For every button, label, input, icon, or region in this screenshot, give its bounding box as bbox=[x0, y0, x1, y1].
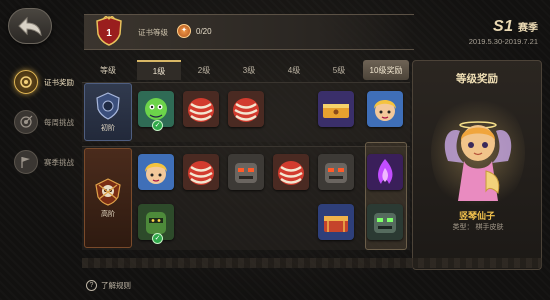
red-chest-icon bbox=[183, 154, 219, 190]
reward-type-value: 棋手皮肤 bbox=[475, 224, 504, 231]
flag-icon bbox=[14, 150, 38, 174]
blonde-hero-reward-cell[interactable] bbox=[367, 91, 403, 127]
level-number: 1 bbox=[106, 28, 112, 39]
blonde-hero-icon bbox=[138, 154, 174, 190]
blonde-hero-reward-cell[interactable] bbox=[138, 154, 174, 190]
red-chest-open-icon bbox=[318, 204, 354, 240]
rules-label: 了解规则 bbox=[101, 281, 131, 290]
green-hero-reward-cell[interactable]: ✓ bbox=[138, 91, 174, 131]
bottom-border bbox=[82, 258, 542, 268]
red-chest-open-reward-cell[interactable] bbox=[318, 204, 354, 240]
tier-tag-beginner: 初阶 bbox=[84, 83, 132, 141]
tab-level-1[interactable]: 1级 bbox=[137, 60, 181, 80]
gold-chest-reward-cell[interactable] bbox=[318, 91, 354, 127]
red-chest-icon bbox=[228, 91, 264, 127]
claimed-check-icon: ✓ bbox=[152, 233, 163, 244]
season-dates: 2019.5.30-2019.7.21 bbox=[468, 37, 538, 46]
reward-item-name: 竖琴仙子 bbox=[458, 211, 495, 221]
gold-chest-icon bbox=[318, 91, 354, 127]
tab-level-10-reward[interactable]: 10级奖励 bbox=[363, 60, 409, 80]
nav-item-weekly-challenge[interactable]: 每周挑战 bbox=[0, 102, 82, 142]
reward-panel: 等级奖励 竖琴仙子 类型： 棋手皮肤 bbox=[412, 60, 542, 270]
purple-flame-reward-cell[interactable] bbox=[367, 154, 403, 190]
nav-item-season-challenge[interactable]: 赛季挑战 bbox=[0, 142, 82, 182]
level-shield-icon: 1 bbox=[96, 16, 122, 46]
reward-grid: 等级 1级 2级 3级 4级 5级 10级奖励 初阶 高阶 ✓ ✓ bbox=[82, 60, 410, 252]
season-code: S1 bbox=[492, 18, 514, 35]
season-info: S1 赛季 2019.5.30-2019.7.21 bbox=[469, 18, 538, 46]
blonde-hero-icon bbox=[367, 91, 403, 127]
certificate-icon bbox=[14, 70, 38, 94]
purple-flame-icon bbox=[367, 154, 403, 190]
green-golem-reward-cell[interactable] bbox=[367, 204, 403, 240]
points-value: 0/20 bbox=[196, 27, 212, 36]
tier-name: 初阶 bbox=[101, 125, 115, 132]
nav-label: 每周挑战 bbox=[44, 117, 74, 127]
red-chest-reward-cell[interactable] bbox=[183, 91, 219, 127]
level-label: 证书等级 bbox=[138, 28, 168, 37]
points-icon: ✦ bbox=[177, 24, 191, 38]
rules-link[interactable]: ? 了解规则 bbox=[86, 280, 131, 291]
side-nav: 证书奖励 每周挑战 赛季挑战 bbox=[0, 62, 82, 182]
stone-golem-reward-cell[interactable] bbox=[318, 154, 354, 190]
harp-fairy-portrait bbox=[444, 121, 512, 201]
nav-label: 赛季挑战 bbox=[44, 157, 74, 167]
claimed-check-icon: ✓ bbox=[152, 120, 163, 131]
nav-item-certificate-reward[interactable]: 证书奖励 bbox=[0, 62, 82, 102]
green-armor-hero-reward-cell[interactable]: ✓ bbox=[138, 204, 174, 244]
red-chest-reward-cell[interactable] bbox=[273, 154, 309, 190]
header-bar bbox=[84, 14, 414, 50]
red-chest-icon bbox=[183, 91, 219, 127]
tab-level-2[interactable]: 2级 bbox=[182, 60, 226, 80]
season-word: 赛季 bbox=[518, 23, 538, 34]
back-arrow-icon bbox=[18, 16, 42, 36]
tier-skull-emblem-icon bbox=[95, 178, 121, 206]
stone-golem-reward-cell[interactable] bbox=[228, 154, 264, 190]
tab-level-4[interactable]: 4级 bbox=[272, 60, 316, 80]
column-header-row: 等级 1级 2级 3级 4级 5级 10级奖励 bbox=[82, 60, 410, 80]
reward-type-label: 类型： bbox=[452, 224, 474, 231]
red-chest-reward-cell[interactable] bbox=[183, 154, 219, 190]
tier-emblem-icon bbox=[96, 92, 120, 120]
red-chest-icon bbox=[273, 154, 309, 190]
col-header-grade: 等级 bbox=[100, 65, 116, 75]
tab-level-5[interactable]: 5级 bbox=[317, 60, 361, 80]
back-button[interactable] bbox=[8, 8, 52, 44]
reward-item-type: 类型： 棋手皮肤 bbox=[413, 222, 541, 232]
nav-label: 证书奖励 bbox=[44, 77, 74, 87]
tier-name: 高阶 bbox=[101, 211, 115, 218]
green-golem-icon bbox=[367, 204, 403, 240]
red-chest-reward-cell[interactable] bbox=[228, 91, 264, 127]
stone-golem-icon bbox=[318, 154, 354, 190]
tier-tag-advanced: 高阶 bbox=[84, 148, 132, 248]
target-icon bbox=[14, 110, 38, 134]
panel-title: 等级奖励 bbox=[456, 73, 498, 85]
question-icon: ? bbox=[86, 280, 97, 291]
tab-level-3[interactable]: 3级 bbox=[227, 60, 271, 80]
stone-golem-icon bbox=[228, 154, 264, 190]
